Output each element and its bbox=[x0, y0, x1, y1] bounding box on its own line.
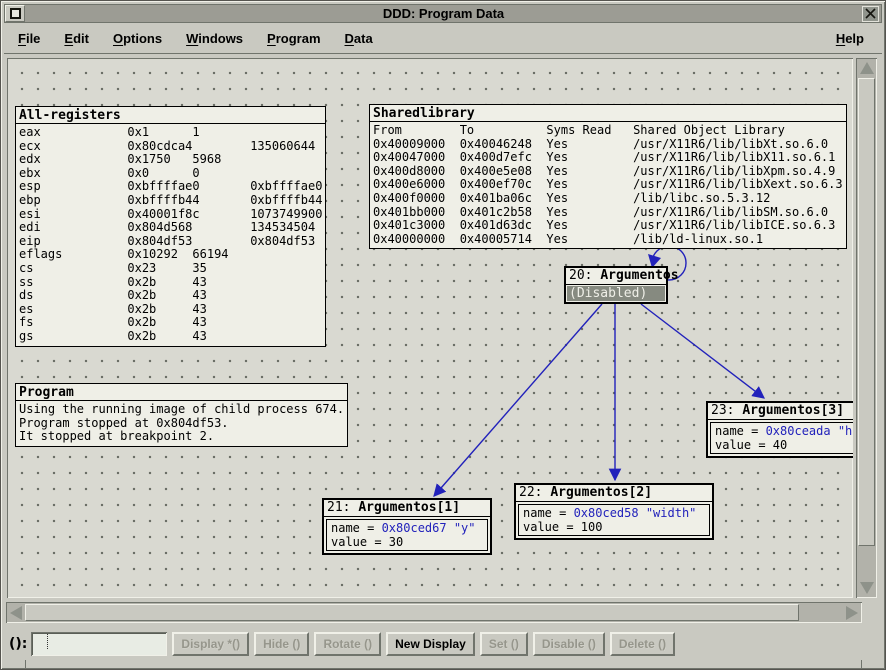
menu-options[interactable]: Options bbox=[103, 27, 172, 50]
ddd-program-data-window: DDD: Program Data File Edit Options Wind… bbox=[0, 0, 886, 670]
argument-input[interactable] bbox=[31, 632, 167, 656]
scroll-down-arrow-icon[interactable] bbox=[860, 582, 874, 594]
program-title: Program bbox=[16, 384, 347, 401]
node-21-fields[interactable]: name = 0x80ced67 "y" value = 30 bbox=[326, 519, 488, 551]
node-22-fields[interactable]: name = 0x80ced58 "width" value = 100 bbox=[518, 504, 710, 536]
sharedlibrary-text: From To Syms Read Shared Object Library … bbox=[370, 122, 846, 248]
display-box-program[interactable]: Program Using the running image of child… bbox=[15, 383, 348, 447]
registers-text: eax 0x1 1 ecx 0x80cdca4 135060644 edx 0x… bbox=[16, 124, 325, 346]
window-menu-icon bbox=[10, 8, 21, 19]
scroll-right-arrow-icon[interactable] bbox=[846, 606, 858, 620]
horizontal-scrollbar-thumb[interactable] bbox=[25, 604, 799, 621]
window-title: DDD: Program Data bbox=[25, 6, 862, 21]
field-value: value = 30 bbox=[331, 535, 483, 549]
all-registers-title: All-registers bbox=[16, 107, 325, 124]
close-button[interactable] bbox=[862, 6, 879, 22]
display-box-sharedlibrary[interactable]: Sharedlibrary From To Syms Read Shared O… bbox=[369, 104, 847, 249]
display-node-22-argumentos-2[interactable]: 22: Argumentos[2] name = 0x80ced58 "widt… bbox=[514, 483, 714, 540]
titlebar[interactable]: DDD: Program Data bbox=[4, 4, 882, 23]
field-value: value = 100 bbox=[523, 520, 705, 534]
vertical-scrollbar[interactable] bbox=[856, 58, 877, 598]
field-value: value = 40 bbox=[715, 438, 853, 452]
program-text: Using the running image of child process… bbox=[16, 401, 347, 446]
delete-button[interactable]: Delete () bbox=[610, 632, 675, 656]
menu-edit[interactable]: Edit bbox=[54, 27, 99, 50]
edge-20-21 bbox=[434, 304, 602, 496]
vertical-scrollbar-thumb[interactable] bbox=[858, 78, 875, 546]
data-display-canvas[interactable]: All-registers eax 0x1 1 ecx 0x80cdca4 13… bbox=[7, 58, 853, 598]
display-node-20-argumentos[interactable]: 20: Argumentos (Disabled) bbox=[564, 266, 668, 304]
resize-notch-left[interactable] bbox=[25, 660, 26, 669]
display-box-all-registers[interactable]: All-registers eax 0x1 1 ecx 0x80cdca4 13… bbox=[15, 106, 326, 347]
node-23-title: 23: Argumentos[3] bbox=[708, 403, 853, 420]
menu-data[interactable]: Data bbox=[335, 27, 383, 50]
window-menu-button[interactable] bbox=[5, 5, 25, 22]
node-21-title: 21: Argumentos[1] bbox=[324, 500, 490, 517]
field-name: name = 0x80ceada "h bbox=[715, 424, 853, 438]
node-23-fields[interactable]: name = 0x80ceada "h value = 40 bbox=[710, 422, 853, 454]
hide-button[interactable]: Hide () bbox=[254, 632, 309, 656]
scroll-up-arrow-icon[interactable] bbox=[860, 62, 874, 74]
menu-program[interactable]: Program bbox=[257, 27, 330, 50]
menubar: File Edit Options Windows Program Data H… bbox=[4, 24, 882, 54]
set-button[interactable]: Set () bbox=[480, 632, 528, 656]
display-deref-button[interactable]: Display *() bbox=[172, 632, 249, 656]
display-node-21-argumentos-1[interactable]: 21: Argumentos[1] name = 0x80ced67 "y" v… bbox=[322, 498, 492, 555]
scroll-left-arrow-icon[interactable] bbox=[10, 606, 22, 620]
edge-20-23 bbox=[641, 304, 764, 398]
close-icon bbox=[865, 8, 876, 19]
field-name: name = 0x80ced58 "width" bbox=[523, 506, 705, 520]
menu-windows[interactable]: Windows bbox=[176, 27, 253, 50]
disable-button[interactable]: Disable () bbox=[533, 632, 605, 656]
node-22-title: 22: Argumentos[2] bbox=[516, 485, 712, 502]
menu-help[interactable]: Help bbox=[826, 27, 874, 50]
display-action-bar: (): Display *() Hide () Rotate () New Di… bbox=[4, 629, 882, 659]
action-buttons: Display *() Hide () Rotate () New Displa… bbox=[172, 632, 675, 656]
resize-notch-right[interactable] bbox=[861, 660, 862, 669]
node-20-title: 20: Argumentos bbox=[566, 268, 666, 285]
field-name: name = 0x80ced67 "y" bbox=[331, 521, 483, 535]
rotate-button[interactable]: Rotate () bbox=[314, 632, 381, 656]
node-20-status-disabled[interactable]: (Disabled) bbox=[567, 286, 665, 301]
argument-prompt-label: (): bbox=[9, 636, 27, 652]
sharedlibrary-title: Sharedlibrary bbox=[370, 105, 846, 122]
menu-file[interactable]: File bbox=[8, 27, 50, 50]
new-display-button[interactable]: New Display bbox=[386, 632, 475, 656]
horizontal-scrollbar[interactable] bbox=[6, 602, 862, 623]
display-node-23-argumentos-3[interactable]: 23: Argumentos[3] name = 0x80ceada "h va… bbox=[706, 401, 853, 458]
